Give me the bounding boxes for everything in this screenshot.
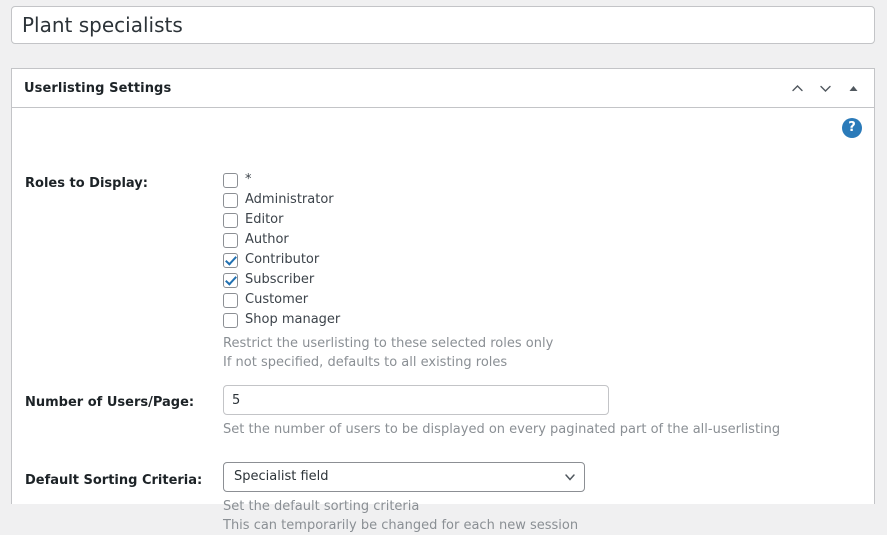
sorting-select-wrap: Specialist field (223, 462, 585, 492)
sorting-control: Specialist field Set the default sorting… (223, 462, 585, 535)
role-checkbox-item[interactable]: Administrator (223, 190, 553, 210)
role-checkbox-label: Contributor (245, 250, 319, 270)
post-title-input[interactable] (11, 6, 875, 44)
users-per-page-input[interactable] (223, 385, 609, 415)
move-up-icon[interactable] (784, 73, 810, 103)
move-down-icon[interactable] (812, 73, 838, 103)
role-checkbox-item[interactable]: Editor (223, 210, 553, 230)
role-checkbox-item[interactable]: Subscriber (223, 270, 553, 290)
roles-description-2: If not specified, defaults to all existi… (223, 353, 553, 372)
sorting-description-1: Set the default sorting criteria (223, 497, 585, 516)
userlisting-settings-panel: Userlisting Settings (11, 68, 875, 504)
roles-checkbox-list: *AdministratorEditorAuthorContributorSub… (223, 170, 553, 330)
role-checkbox-item[interactable]: Author (223, 230, 553, 250)
checkbox-unchecked-icon[interactable] (223, 213, 238, 228)
role-checkbox-item[interactable]: Shop manager (223, 310, 553, 330)
help-icon[interactable]: ? (842, 118, 862, 138)
role-checkbox-label: Editor (245, 210, 283, 230)
role-checkbox-label: Administrator (245, 190, 334, 210)
role-checkbox-label: Author (245, 230, 289, 250)
post-title-field-wrap (11, 6, 875, 44)
role-checkbox-item[interactable]: Customer (223, 290, 553, 310)
toggle-panel-icon[interactable] (840, 73, 866, 103)
role-checkbox-label: Shop manager (245, 310, 340, 330)
roles-descriptions: Restrict the userlisting to these select… (223, 334, 553, 372)
sorting-descriptions: Set the default sorting criteria This ca… (223, 497, 585, 535)
roles-description-1: Restrict the userlisting to these select… (223, 334, 553, 353)
checkbox-unchecked-icon[interactable] (223, 193, 238, 208)
checkbox-unchecked-icon[interactable] (223, 173, 238, 188)
users-per-page-description-1: Set the number of users to be displayed … (223, 420, 780, 439)
panel-header: Userlisting Settings (12, 69, 874, 108)
roles-control: *AdministratorEditorAuthorContributorSub… (223, 170, 553, 372)
field-label-roles: Roles to Display: (25, 176, 220, 192)
panel-header-actions (784, 69, 866, 107)
checkbox-unchecked-icon[interactable] (223, 293, 238, 308)
field-label-users-per-page: Number of Users/Page: (25, 395, 220, 411)
role-checkbox-label: * (245, 170, 252, 190)
checkbox-checked-icon[interactable] (223, 253, 238, 268)
admin-page: Userlisting Settings (0, 0, 887, 506)
role-checkbox-item[interactable]: * (223, 170, 553, 190)
sorting-select[interactable]: Specialist field (223, 462, 585, 492)
role-checkbox-item[interactable]: Contributor (223, 250, 553, 270)
users-per-page-descriptions: Set the number of users to be displayed … (223, 420, 780, 439)
checkbox-unchecked-icon[interactable] (223, 233, 238, 248)
role-checkbox-label: Subscriber (245, 270, 314, 290)
role-checkbox-label: Customer (245, 290, 308, 310)
checkbox-checked-icon[interactable] (223, 273, 238, 288)
checkbox-unchecked-icon[interactable] (223, 313, 238, 328)
panel-title: Userlisting Settings (24, 81, 171, 96)
sorting-description-2: This can temporarily be changed for each… (223, 516, 585, 535)
users-per-page-control: Set the number of users to be displayed … (223, 385, 780, 439)
field-label-sorting: Default Sorting Criteria: (25, 473, 220, 489)
